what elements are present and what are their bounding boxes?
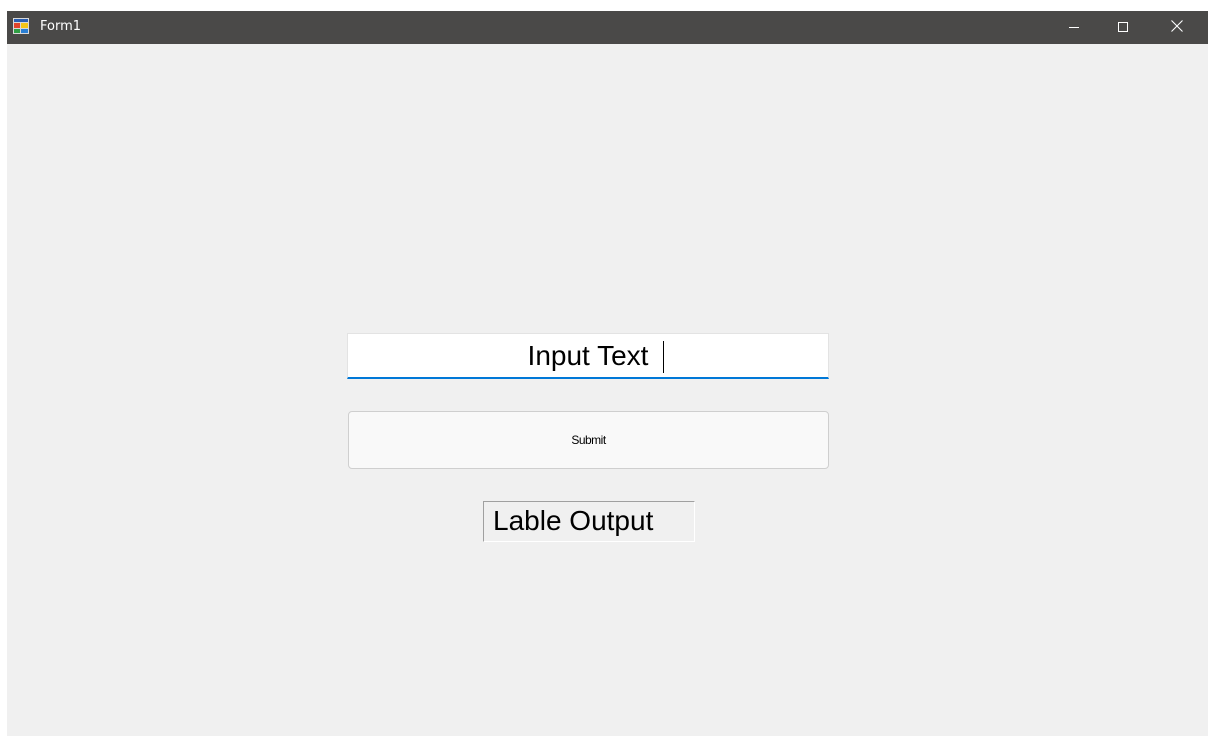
close-button[interactable] [1154,11,1200,44]
close-icon [1171,19,1183,37]
submit-button[interactable]: Submit [348,411,829,469]
minimize-icon [1069,19,1079,37]
output-label: Lable Output [483,501,695,542]
title-bar[interactable]: Form1 [7,11,1208,44]
input-text-field-frame[interactable] [347,333,829,379]
maximize-icon [1118,19,1128,37]
minimize-button[interactable] [1051,11,1097,44]
window-title: Form1 [40,19,82,34]
input-text-field[interactable] [348,334,828,378]
text-caret [663,341,664,373]
app-icon [13,18,29,34]
maximize-button[interactable] [1100,11,1146,44]
form1-window: Form1 Submit Lable Output [7,11,1208,736]
